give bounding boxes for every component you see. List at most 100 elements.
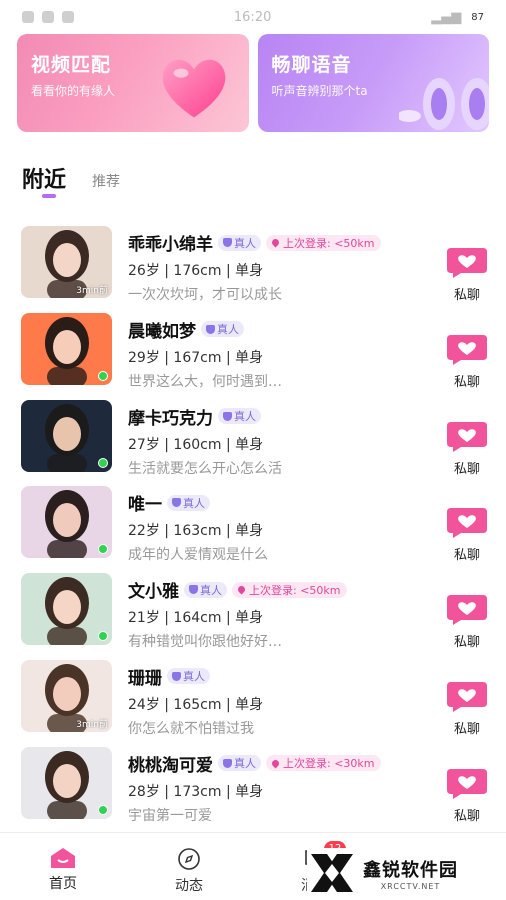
user-name: 晨曦如梦 <box>128 321 196 342</box>
nav-moments[interactable]: 动态 <box>126 833 252 900</box>
compass-icon <box>178 848 200 870</box>
real-person-label: 真人 <box>217 323 239 337</box>
chat-bubble-icon <box>447 595 487 626</box>
private-chat-button[interactable]: 私聊 <box>446 768 488 824</box>
avatar[interactable]: 3min前 <box>21 226 112 298</box>
chat-bubble-icon <box>447 334 487 365</box>
real-person-label: 真人 <box>183 496 205 510</box>
shield-icon <box>206 324 215 334</box>
real-person-label: 真人 <box>200 583 222 597</box>
user-row[interactable]: 3min前 珊珊 真人 24岁 | 165cm | 单身 你怎么就不怕错过我 私… <box>0 656 506 743</box>
private-chat-button[interactable]: 私聊 <box>446 421 488 477</box>
chat-bubble-icon <box>447 421 487 452</box>
name-line: 晨曦如梦 真人 <box>128 317 244 342</box>
user-signature: 有种错觉叫你跟他好好… <box>128 634 282 651</box>
user-name: 文小雅 <box>128 582 179 603</box>
real-person-label: 真人 <box>234 236 256 250</box>
private-chat-button[interactable]: 私聊 <box>446 681 488 737</box>
banner-title: 畅聊语音 <box>271 54 352 76</box>
user-info: 21岁 | 164cm | 单身 <box>128 610 264 627</box>
shield-icon <box>223 758 232 768</box>
user-row[interactable]: 唯一 真人 22岁 | 163cm | 单身 成年的人爱情观是什么 私聊 <box>0 482 506 569</box>
user-name: 桃桃淘可爱 <box>128 755 213 776</box>
nav-home[interactable]: 首页 <box>0 833 126 900</box>
online-indicator <box>98 457 108 468</box>
user-signature: 生活就要怎么开心怎么活 <box>128 460 282 477</box>
user-row[interactable]: 桃桃淘可爱 真人 上次登录: <30km 28岁 | 173cm | 单身 宇宙… <box>0 743 506 830</box>
watermark-url: XRCCTV.NET <box>380 881 441 891</box>
tab-recommend[interactable]: 推荐 <box>92 171 120 194</box>
user-info: 22岁 | 163cm | 单身 <box>128 523 264 540</box>
private-chat-button[interactable]: 私聊 <box>446 334 488 390</box>
user-info: 29岁 | 167cm | 单身 <box>128 349 264 366</box>
name-line: 桃桃淘可爱 真人 上次登录: <30km <box>128 751 381 776</box>
user-info: 24岁 | 165cm | 单身 <box>128 696 264 713</box>
tab-nearby[interactable]: 附近 <box>22 162 67 198</box>
chat-bubble-icon <box>447 681 487 712</box>
avatar[interactable]: 3min前 <box>21 659 112 732</box>
banner-title: 视频匹配 <box>31 54 112 76</box>
user-row[interactable]: 3min前 乖乖小绵羊 真人 上次登录: <50km 26岁 | 176cm |… <box>0 222 506 309</box>
name-line: 乖乖小绵羊 真人 上次登录: <50km <box>128 230 381 255</box>
avatar[interactable] <box>21 746 112 819</box>
real-person-badge: 真人 <box>184 581 227 598</box>
name-line: 文小雅 真人 上次登录: <50km <box>128 577 347 602</box>
shield-icon <box>189 585 198 595</box>
real-person-badge: 真人 <box>218 408 261 425</box>
notification-icon <box>42 11 54 23</box>
user-info: 26岁 | 176cm | 单身 <box>128 263 264 279</box>
user-row[interactable]: 文小雅 真人 上次登录: <50km 21岁 | 164cm | 单身 有种错觉… <box>0 569 506 656</box>
last-active-time: 3min前 <box>76 719 108 730</box>
user-name: 唯一 <box>128 495 162 516</box>
user-row[interactable]: 摩卡巧克力 真人 27岁 | 160cm | 单身 生活就要怎么开心怎么活 私聊 <box>0 396 506 483</box>
real-person-badge: 真人 <box>167 668 210 685</box>
status-icons-left <box>22 11 74 23</box>
tab-label: 附近 <box>22 168 67 193</box>
online-indicator <box>98 804 108 815</box>
private-chat-label: 私聊 <box>453 374 480 390</box>
private-chat-label: 私聊 <box>453 288 480 303</box>
private-chat-label: 私聊 <box>453 635 480 651</box>
private-chat-button[interactable]: 私聊 <box>446 508 488 563</box>
private-chat-button[interactable]: 私聊 <box>446 595 488 650</box>
user-name: 乖乖小绵羊 <box>128 235 213 255</box>
status-time: 16:20 <box>233 9 272 25</box>
chat-bubble-icon <box>447 768 487 799</box>
real-person-badge: 真人 <box>167 494 210 511</box>
shield-icon <box>223 238 232 247</box>
location-pin-icon <box>236 584 247 595</box>
last-login-badge: 上次登录: <30km <box>266 755 381 772</box>
real-person-label: 真人 <box>234 410 256 424</box>
watermark-logo-icon <box>311 854 353 892</box>
video-match-banner[interactable]: 视频匹配 看看你的有缘人 <box>17 34 249 132</box>
private-chat-button[interactable]: 私聊 <box>446 248 488 303</box>
status-bar: 16:20 ▂▄▆ 87 <box>0 0 506 34</box>
user-list: 3min前 乖乖小绵羊 真人 上次登录: <50km 26岁 | 176cm |… <box>0 222 506 830</box>
banner-subtitle: 听声音辨别那个ta <box>271 84 368 98</box>
watermark-title: 鑫锐软件园 <box>363 859 458 881</box>
notification-icon <box>22 11 34 23</box>
user-signature: 宇宙第一可爱 <box>128 807 212 824</box>
list-tabs: 附近 推荐 <box>22 162 120 198</box>
avatar[interactable] <box>21 486 112 559</box>
status-icons-right: ▂▄▆ 87 <box>431 10 484 25</box>
avatar[interactable] <box>21 573 112 646</box>
shield-icon <box>223 411 232 421</box>
last-login-badge: 上次登录: <50km <box>266 234 381 251</box>
feature-banners: 视频匹配 看看你的有缘人 畅聊语音 听声音辨别那个ta <box>17 34 489 132</box>
private-chat-label: 私聊 <box>453 721 480 737</box>
avatar[interactable] <box>21 312 112 385</box>
online-indicator <box>98 370 108 381</box>
user-signature: 你怎么就不怕错过我 <box>128 720 254 737</box>
voice-chat-banner[interactable]: 畅聊语音 听声音辨别那个ta <box>257 34 489 132</box>
user-row[interactable]: 晨曦如梦 真人 29岁 | 167cm | 单身 世界这么大，何时遇到… 私聊 <box>0 309 506 396</box>
user-name: 摩卡巧克力 <box>128 408 213 429</box>
chat-bubble-icon <box>447 508 487 539</box>
shield-icon <box>172 671 181 681</box>
real-person-label: 真人 <box>183 670 205 684</box>
user-signature: 世界这么大，何时遇到… <box>128 373 282 390</box>
tab-indicator <box>42 194 56 198</box>
avatar[interactable] <box>21 399 112 472</box>
last-login-label: 上次登录: <30km <box>283 757 375 771</box>
battery-level: 87 <box>471 11 484 23</box>
